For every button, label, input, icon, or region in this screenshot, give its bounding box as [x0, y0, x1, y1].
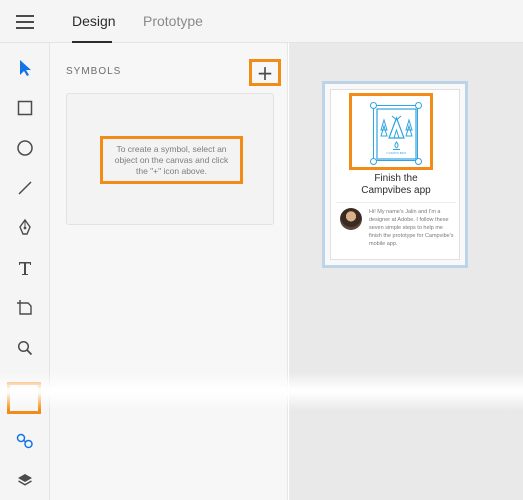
ellipse-icon[interactable] — [11, 134, 39, 162]
symbols-icon[interactable] — [11, 427, 39, 455]
select-arrow-icon[interactable] — [11, 54, 39, 82]
card-body-text: Hi! My name's Jalin and I'm a designer a… — [369, 209, 454, 247]
tool-bar — [0, 43, 50, 500]
canvas[interactable]: CAMPVIBES Finish the Campvibes app Hi! M… — [289, 43, 523, 500]
selected-image-highlight[interactable]: CAMPVIBES — [349, 93, 433, 170]
tab-design[interactable]: Design — [72, 13, 116, 29]
card-title: Finish the Campvibes app — [361, 173, 431, 196]
artboard-selection[interactable]: CAMPVIBES Finish the Campvibes app Hi! M… — [322, 81, 468, 268]
zoom-icon[interactable] — [11, 334, 39, 362]
text-icon[interactable] — [11, 254, 39, 282]
avatar — [340, 208, 362, 230]
symbols-panel: SYMBOLS + To create a symbol, select an … — [50, 43, 288, 500]
layers-icon[interactable] — [11, 466, 39, 494]
top-bar: Design Prototype — [0, 0, 523, 43]
add-symbol-button[interactable]: + — [249, 59, 281, 86]
artboard-icon[interactable] — [11, 294, 39, 322]
hamburger-menu-icon[interactable] — [16, 15, 34, 29]
pen-icon[interactable] — [11, 213, 39, 241]
rectangle-icon[interactable] — [11, 94, 39, 122]
resize-handle-tr[interactable] — [415, 102, 422, 109]
resize-handle-br[interactable] — [415, 158, 422, 165]
plus-icon: + — [256, 60, 274, 85]
hint-highlight: To create a symbol, select an object on … — [100, 136, 243, 184]
hint-text: To create a symbol, select an object on … — [114, 143, 229, 176]
artboard[interactable]: CAMPVIBES Finish the Campvibes app Hi! M… — [330, 89, 460, 260]
card-divider — [336, 202, 456, 203]
campvibes-logo[interactable]: CAMPVIBES — [370, 102, 422, 165]
logo-text: CAMPVIBES — [386, 151, 407, 155]
resize-handle-tl[interactable] — [370, 102, 377, 109]
tab-prototype[interactable]: Prototype — [143, 13, 203, 29]
resize-handle-bl[interactable] — [370, 158, 377, 165]
symbols-tool-highlight — [7, 382, 41, 414]
panel-title: SYMBOLS — [66, 66, 122, 77]
symbols-empty-state: To create a symbol, select an object on … — [66, 93, 274, 225]
line-icon[interactable] — [11, 174, 39, 202]
